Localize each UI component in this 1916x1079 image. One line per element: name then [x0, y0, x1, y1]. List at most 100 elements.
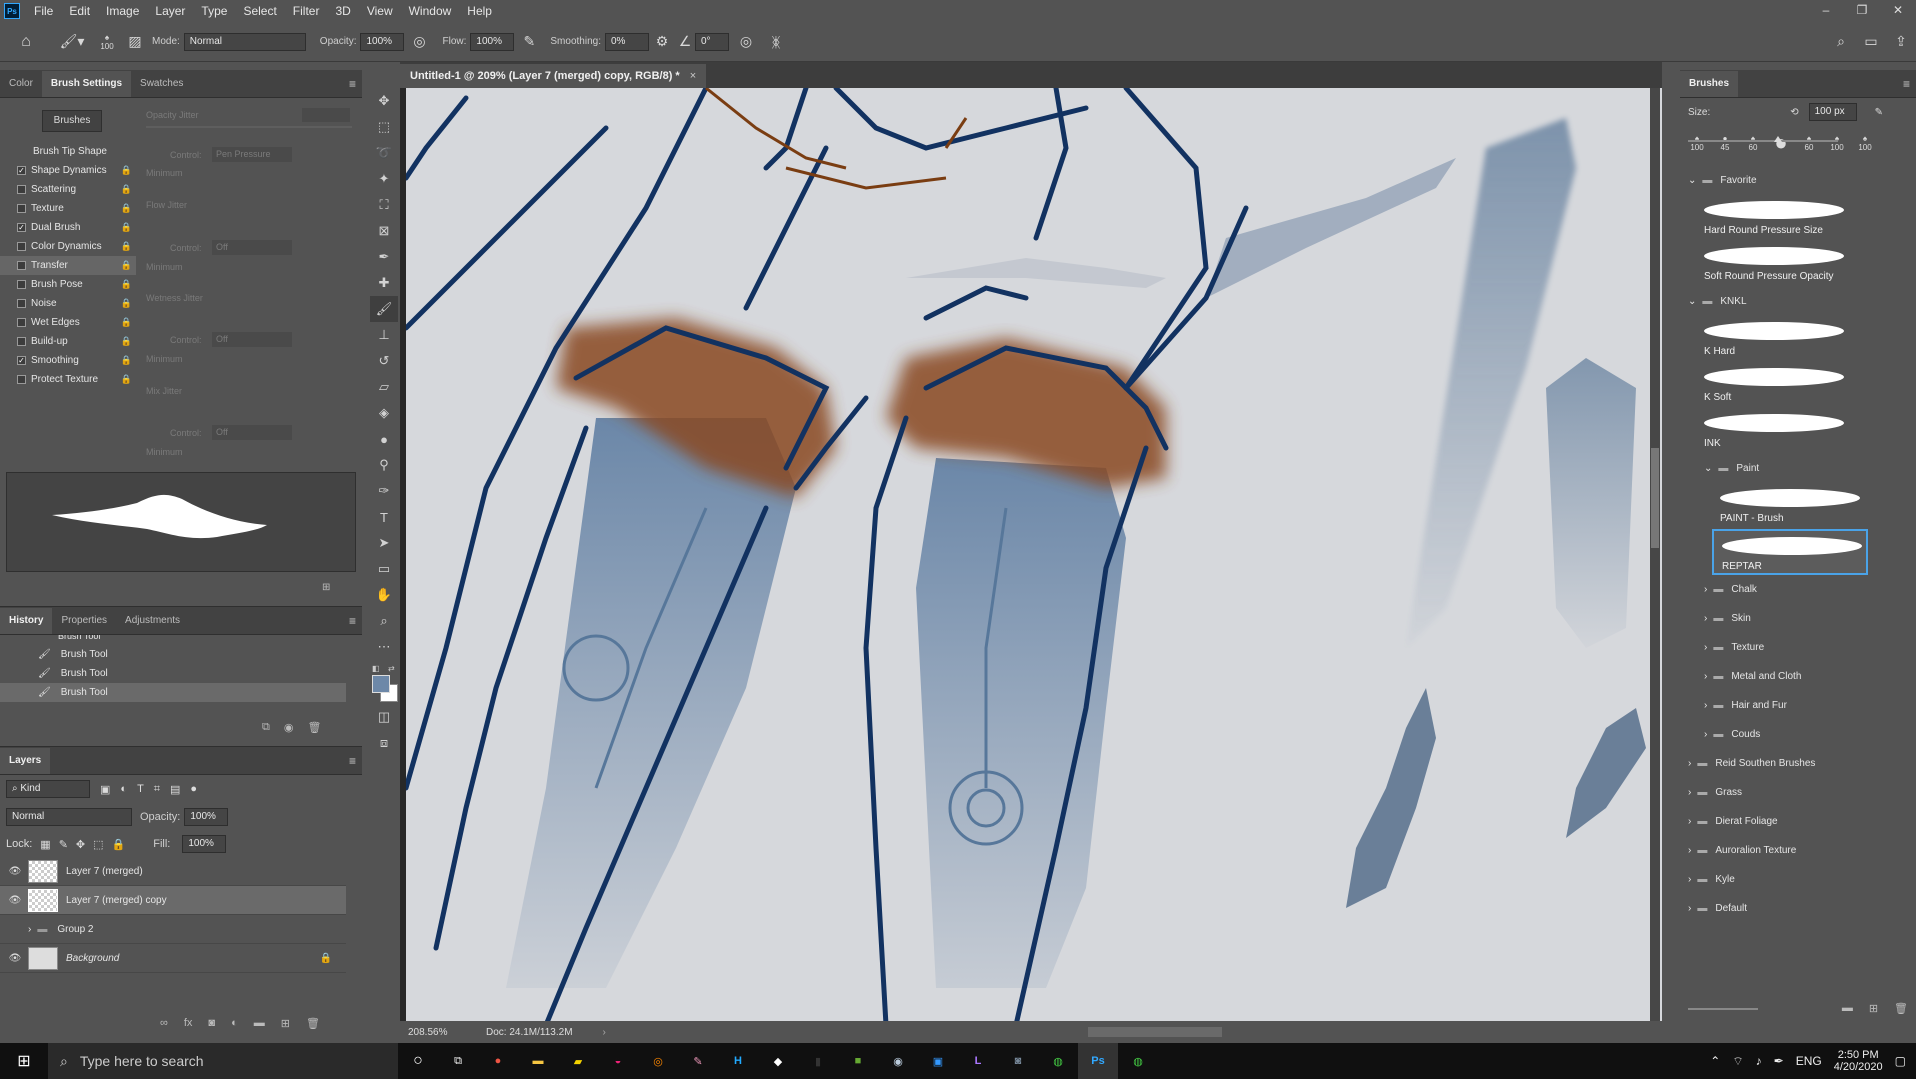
- new-brush-icon[interactable]: ⊞: [322, 582, 330, 593]
- brush-tool-icon[interactable]: 🖌: [370, 296, 398, 322]
- checkbox[interactable]: ✓: [17, 166, 26, 175]
- symmetry-icon[interactable]: ᛤ: [763, 34, 789, 50]
- brush-preset[interactable]: Hard Round Pressure Size: [1696, 195, 1868, 241]
- brush-setting-shape-dynamics[interactable]: ✓ Shape Dynamics 🔒: [0, 161, 136, 180]
- opacity-field[interactable]: 100%: [360, 32, 405, 51]
- chevron-right-icon[interactable]: ›: [1688, 903, 1691, 914]
- task-view-icon[interactable]: ⧉: [438, 1043, 478, 1079]
- pressure-opacity-icon[interactable]: ◎: [404, 33, 434, 50]
- checkbox[interactable]: [17, 318, 26, 327]
- brush-folder-knkl[interactable]: ⌄ ▬ KNKL: [1680, 287, 1916, 316]
- lock-artboard-icon[interactable]: ⬚: [93, 838, 103, 851]
- smart-object-filter-icon[interactable]: ▤: [170, 783, 180, 796]
- lock-icon[interactable]: 🔒: [121, 355, 132, 366]
- magic-wand-tool-icon[interactable]: ✦: [370, 166, 398, 192]
- eye-hidden-icon[interactable]: ·: [8, 924, 22, 935]
- lock-image-icon[interactable]: ✎: [59, 838, 68, 851]
- tab-adjustments[interactable]: Adjustments: [116, 608, 189, 634]
- brush-setting-dual-brush[interactable]: ✓ Dual Brush 🔒: [0, 218, 136, 237]
- chevron-up-icon[interactable]: ⌃: [1710, 1054, 1720, 1068]
- control-select-1[interactable]: Pen Pressure: [212, 147, 292, 162]
- size-field[interactable]: 100 px: [1808, 103, 1857, 121]
- app-diamond-icon[interactable]: ◆: [758, 1043, 798, 1079]
- checkbox[interactable]: [17, 185, 26, 194]
- blend-mode-select[interactable]: Normal: [6, 808, 132, 826]
- pen-tool-icon[interactable]: ✑: [370, 478, 398, 504]
- type-tool-icon[interactable]: T: [370, 504, 398, 530]
- photoshop-taskbar-icon[interactable]: Ps: [1078, 1043, 1118, 1079]
- menu-window[interactable]: Window: [401, 4, 460, 18]
- layer-row[interactable]: 👁 Background 🔒: [0, 944, 346, 973]
- brush-folder-skin[interactable]: › ▬ Skin: [1680, 604, 1916, 633]
- brush-setting-color-dynamics[interactable]: Color Dynamics 🔒: [0, 237, 136, 256]
- clone-stamp-tool-icon[interactable]: ⊥: [370, 322, 398, 348]
- tab-history[interactable]: History: [0, 608, 53, 634]
- scroll-thumb[interactable]: [1651, 448, 1659, 548]
- recent-brush-preset[interactable]: ♠ 100: [1826, 134, 1848, 152]
- marquee-tool-icon[interactable]: ⬚: [370, 114, 398, 140]
- vertical-scrollbar[interactable]: [1650, 88, 1660, 1025]
- blur-tool-icon[interactable]: ●: [370, 426, 398, 452]
- chevron-right-icon[interactable]: ›: [1704, 671, 1707, 682]
- chevron-right-icon[interactable]: ›: [1688, 816, 1691, 827]
- camera-icon[interactable]: ◉: [284, 721, 294, 734]
- lock-icon[interactable]: 🔒: [121, 317, 132, 328]
- airbrush-icon[interactable]: ✎: [514, 33, 544, 50]
- crop-tool-icon[interactable]: ⛶: [370, 192, 398, 218]
- chevron-right-icon[interactable]: ›: [1704, 613, 1707, 624]
- close-tab-icon[interactable]: ×: [690, 70, 696, 82]
- brush-folder-chalk[interactable]: › ▬ Chalk: [1680, 575, 1916, 604]
- menu-help[interactable]: Help: [459, 4, 500, 18]
- lock-icon[interactable]: 🔒: [121, 298, 132, 309]
- menu-type[interactable]: Type: [193, 4, 235, 18]
- app-h-icon[interactable]: H: [718, 1043, 758, 1079]
- more-tools-icon[interactable]: ⋯: [370, 634, 398, 660]
- eraser-tool-icon[interactable]: ▱: [370, 374, 398, 400]
- brush-folder-favorite[interactable]: ⌄ ▬ Favorite: [1680, 166, 1916, 195]
- brush-folder-auroralion-texture[interactable]: › ▬ Auroralion Texture: [1680, 836, 1916, 865]
- new-preset-icon[interactable]: ✎: [1875, 107, 1883, 118]
- control-select-4[interactable]: Off: [212, 425, 292, 440]
- lock-position-icon[interactable]: ✥: [76, 838, 85, 851]
- zoom-tool-icon[interactable]: ⌕: [370, 608, 398, 634]
- panel-menu-icon[interactable]: ≡: [349, 748, 356, 774]
- volume-icon[interactable]: ♪: [1756, 1054, 1762, 1068]
- layer-opacity-field[interactable]: 100%: [184, 808, 229, 826]
- type-filter-icon[interactable]: T: [137, 783, 144, 795]
- lock-icon[interactable]: 🔒: [121, 279, 132, 290]
- chevron-right-icon[interactable]: ›: [1704, 729, 1707, 740]
- chevron-right-icon[interactable]: ›: [1704, 700, 1707, 711]
- smoothing-field[interactable]: 0%: [604, 32, 649, 51]
- brush-panel-toggle-icon[interactable]: ▨: [122, 33, 148, 50]
- status-menu-icon[interactable]: ›: [603, 1027, 606, 1038]
- panel-menu-icon[interactable]: ≡: [349, 71, 356, 97]
- brush-preset[interactable]: PAINT - Brush: [1712, 483, 1868, 529]
- brush-preset-picker[interactable]: ♠ 100: [92, 33, 122, 51]
- brush-tool-icon[interactable]: 🖌▾: [52, 33, 92, 50]
- chevron-down-icon[interactable]: ⌄: [1704, 463, 1712, 474]
- brush-folder-grass[interactable]: › ▬ Grass: [1680, 778, 1916, 807]
- chevron-right-icon[interactable]: ›: [1688, 787, 1691, 798]
- horizontal-scroll-thumb[interactable]: [1088, 1027, 1222, 1037]
- size-slider[interactable]: [1688, 136, 1838, 142]
- panel-menu-icon[interactable]: ≡: [1903, 71, 1910, 97]
- control-select-2[interactable]: Off: [212, 240, 292, 255]
- recent-brush-preset[interactable]: ♠ 100: [1854, 134, 1876, 152]
- swap-colors-icon[interactable]: ⇄: [388, 664, 395, 673]
- brush-folder-texture[interactable]: › ▬ Texture: [1680, 633, 1916, 662]
- chevron-right-icon[interactable]: ›: [1704, 642, 1707, 653]
- recent-brush-preset[interactable]: ● 45: [1714, 134, 1736, 152]
- shape-filter-icon[interactable]: ⌗: [154, 783, 160, 796]
- tab-properties[interactable]: Properties: [52, 608, 116, 634]
- app-dark-icon[interactable]: ▮: [798, 1043, 838, 1079]
- brush-preset[interactable]: REPTAR: [1712, 529, 1868, 575]
- reset-icon[interactable]: ⟲: [1790, 107, 1798, 118]
- healing-brush-tool-icon[interactable]: ✚: [370, 270, 398, 296]
- app-red-icon[interactable]: ●: [478, 1043, 518, 1079]
- brushes-button[interactable]: Brushes: [42, 110, 102, 132]
- angle-field[interactable]: 0°: [694, 32, 729, 51]
- checkbox[interactable]: ✓: [17, 356, 26, 365]
- discord-icon[interactable]: ◙: [998, 1043, 1038, 1079]
- brush-setting-noise[interactable]: Noise 🔒: [0, 294, 136, 313]
- kind-filter-select[interactable]: ⌕ Kind: [6, 780, 90, 798]
